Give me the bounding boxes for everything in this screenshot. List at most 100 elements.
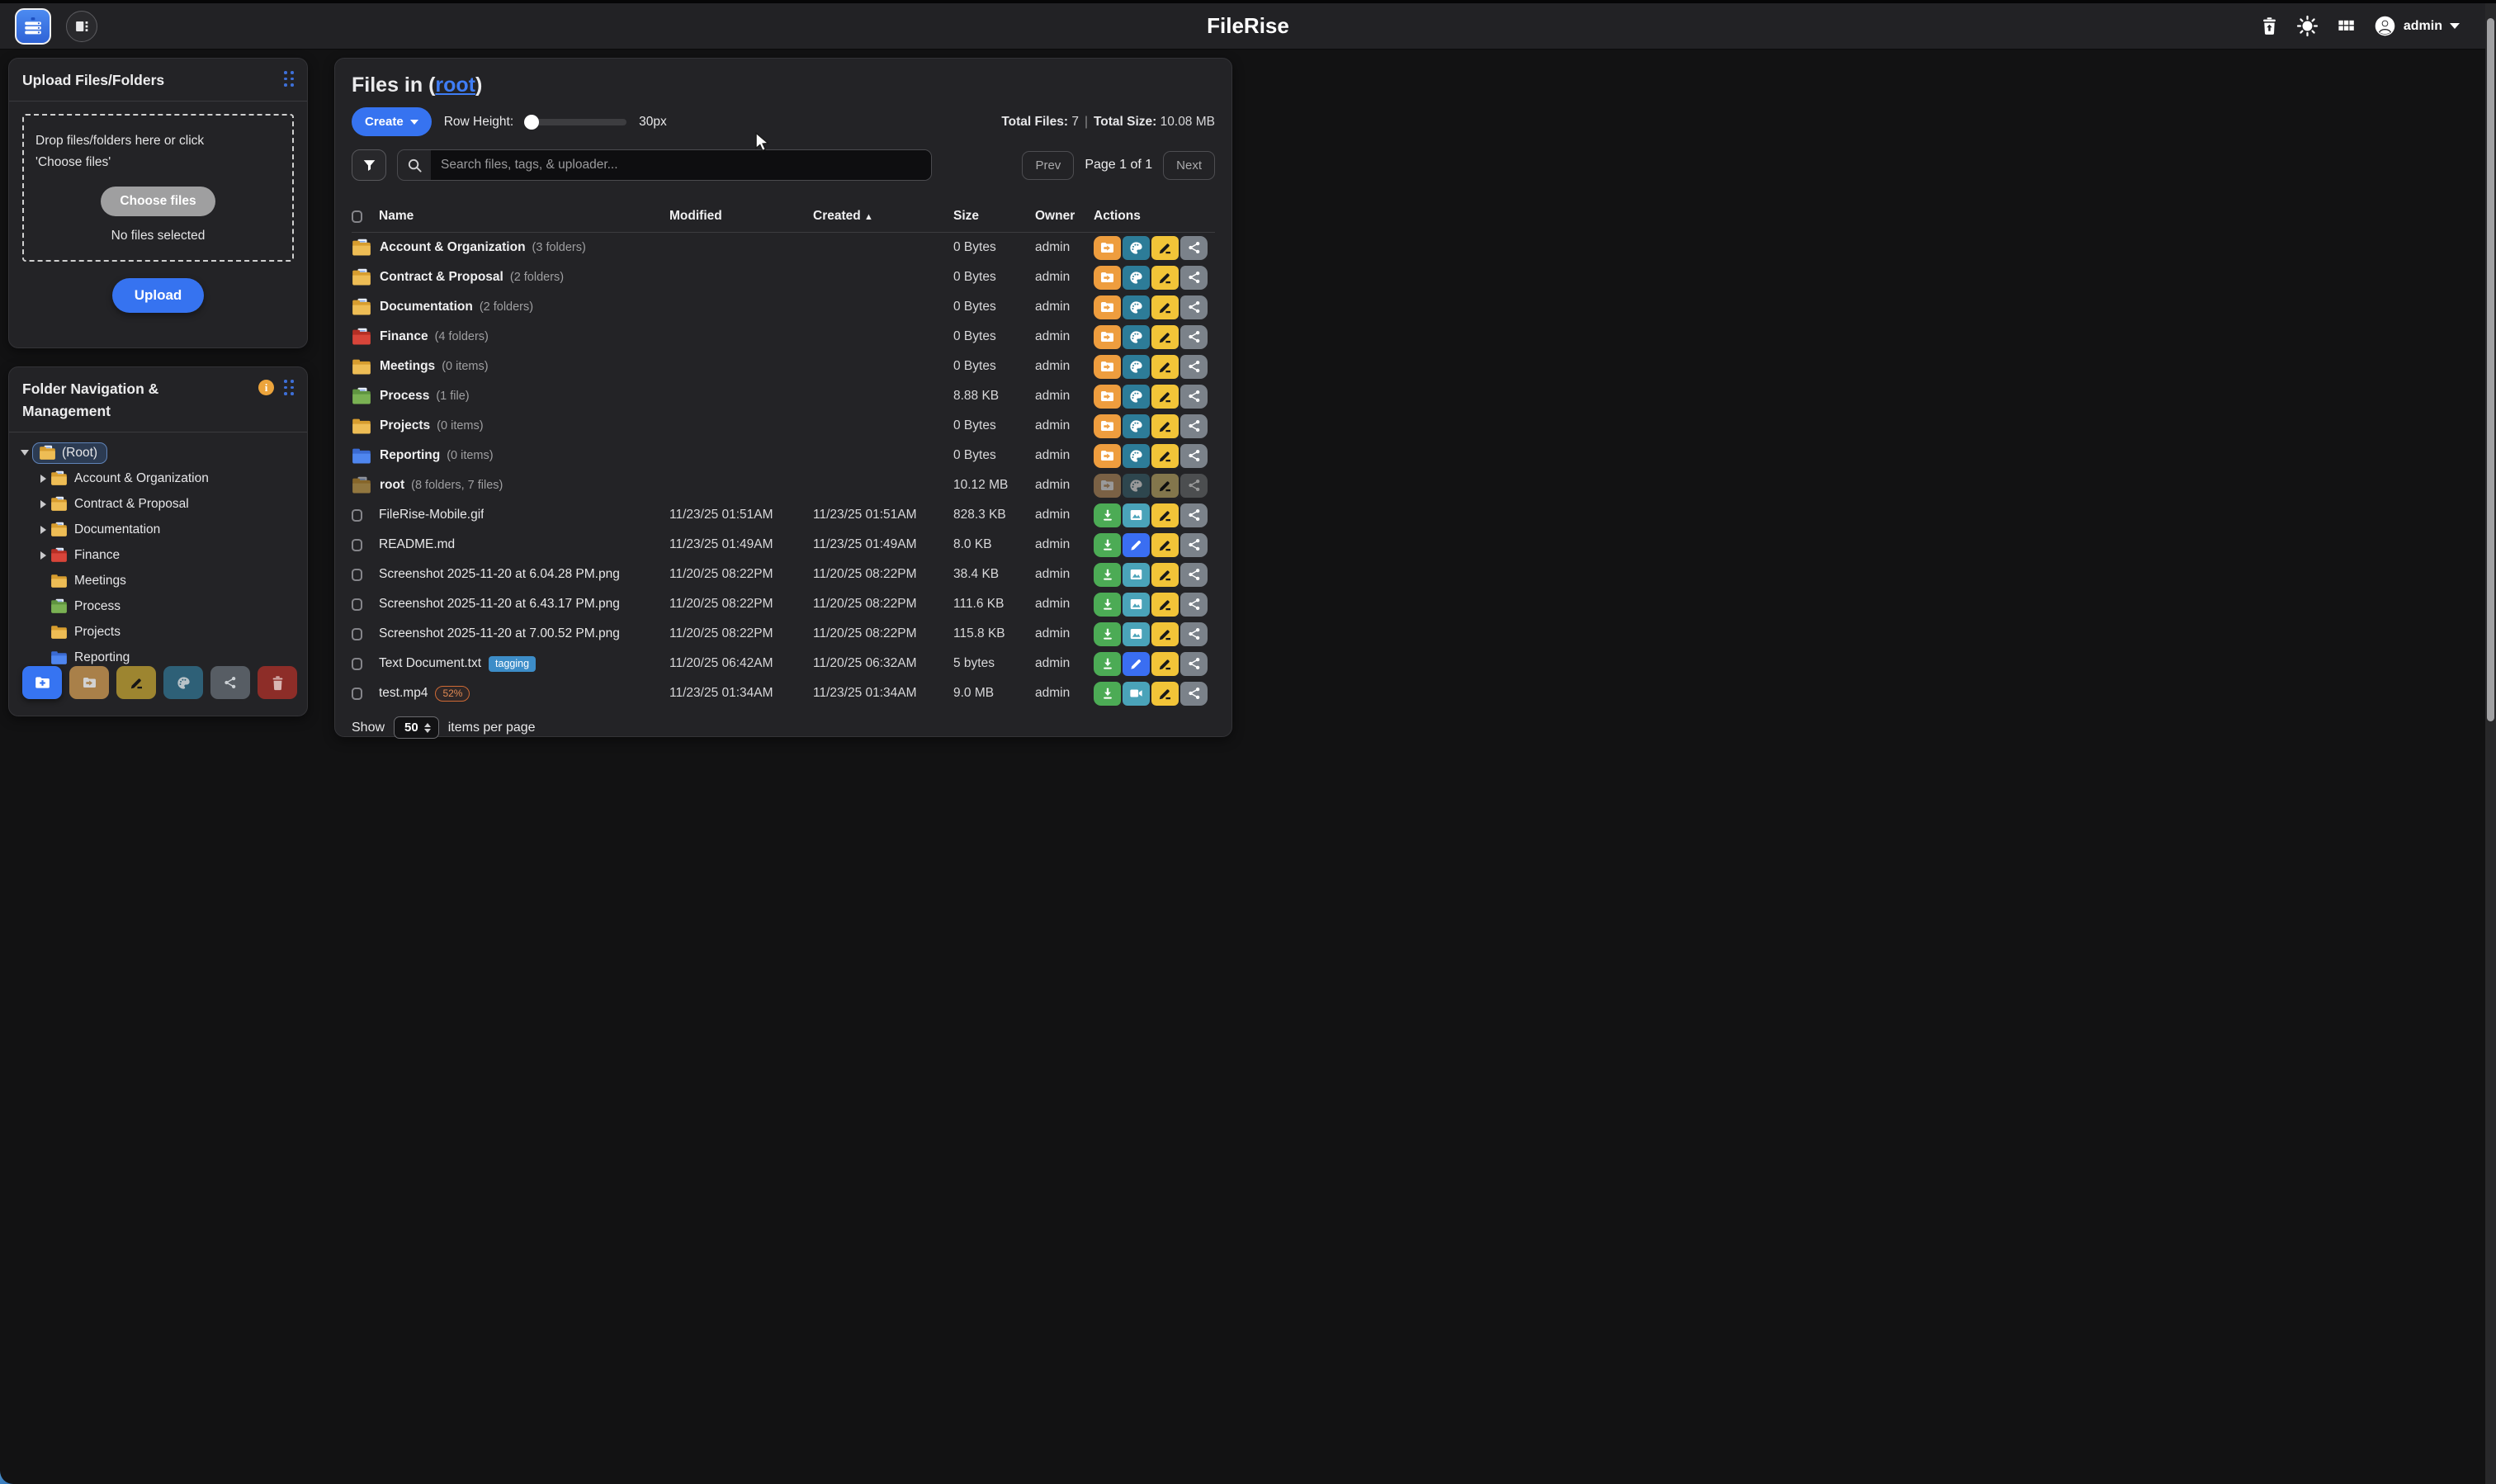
tree-item-meetings[interactable]: Meetings: [19, 568, 297, 593]
caret-right-icon[interactable]: [40, 475, 46, 483]
image-button[interactable]: [1123, 503, 1150, 527]
column-header-name[interactable]: Name: [379, 209, 414, 224]
scrollbar-track[interactable]: [2485, 3, 2496, 1484]
tree-item-documentation[interactable]: Documentation: [19, 517, 297, 542]
move-button[interactable]: [1094, 325, 1121, 349]
choose-files-button[interactable]: Choose files: [101, 187, 215, 216]
row-height-slider[interactable]: [526, 119, 626, 125]
row-checkbox[interactable]: [352, 688, 362, 700]
move-button[interactable]: [1094, 355, 1121, 379]
table-row-test-mp4[interactable]: test.mp452%11/23/25 01:34AM11/23/25 01:3…: [352, 678, 1215, 708]
rename-folder-button[interactable]: [116, 666, 156, 699]
image-button[interactable]: [1123, 593, 1150, 617]
file-name[interactable]: test.mp4: [379, 686, 428, 701]
download-button[interactable]: [1094, 622, 1121, 646]
palette-button[interactable]: [1123, 236, 1150, 260]
row-checkbox[interactable]: [352, 569, 362, 581]
root-breadcrumb-link[interactable]: root: [435, 73, 475, 97]
rename-button[interactable]: [1151, 593, 1179, 617]
palette-button[interactable]: [1123, 295, 1150, 319]
row-checkbox[interactable]: [352, 658, 362, 670]
slider-thumb[interactable]: [524, 115, 539, 130]
scrollbar-thumb[interactable]: [2487, 18, 2494, 721]
palette-button[interactable]: [1123, 355, 1150, 379]
share-button[interactable]: [1180, 385, 1208, 409]
tree-item-contract-proposal[interactable]: Contract & Proposal: [19, 491, 297, 517]
row-checkbox[interactable]: [352, 598, 362, 611]
share-button[interactable]: [1180, 325, 1208, 349]
move-button[interactable]: [1094, 444, 1121, 468]
sidebar-toggle-button[interactable]: [66, 11, 97, 42]
table-row-root[interactable]: root(8 folders, 7 files)10.12 MBadmin: [352, 470, 1215, 500]
filter-button[interactable]: [352, 149, 386, 181]
column-header-modified[interactable]: Modified: [669, 209, 813, 224]
table-row-account-organization[interactable]: Account & Organization(3 folders)0 Bytes…: [352, 233, 1215, 262]
tree-item-finance[interactable]: Finance: [19, 542, 297, 568]
row-checkbox[interactable]: [352, 509, 362, 522]
move-button[interactable]: [1094, 414, 1121, 438]
trash-restore-button[interactable]: [2261, 17, 2278, 35]
rename-button[interactable]: [1151, 355, 1179, 379]
rename-button[interactable]: [1151, 682, 1179, 706]
file-name[interactable]: Screenshot 2025-11-20 at 7.00.52 PM.png: [379, 626, 620, 641]
caret-right-icon[interactable]: [40, 526, 46, 534]
rename-button[interactable]: [1151, 444, 1179, 468]
new-folder-button[interactable]: [22, 666, 62, 699]
share-button[interactable]: [1180, 563, 1208, 587]
rename-button[interactable]: [1151, 266, 1179, 290]
edit-button[interactable]: [1123, 533, 1150, 557]
tree-item-projects[interactable]: Projects: [19, 619, 297, 645]
palette-button[interactable]: [1123, 414, 1150, 438]
palette-button[interactable]: [1123, 266, 1150, 290]
table-row-contract-proposal[interactable]: Contract & Proposal(2 folders)0 Bytesadm…: [352, 262, 1215, 292]
share-button[interactable]: [1180, 593, 1208, 617]
move-button[interactable]: [1094, 385, 1121, 409]
folder-name[interactable]: Projects: [380, 418, 430, 433]
rename-button[interactable]: [1151, 652, 1179, 676]
download-button[interactable]: [1094, 563, 1121, 587]
folder-name[interactable]: Contract & Proposal: [380, 270, 503, 285]
move-button[interactable]: [1094, 295, 1121, 319]
share-button[interactable]: [1180, 622, 1208, 646]
user-menu[interactable]: admin: [2374, 15, 2460, 37]
caret-down-icon[interactable]: [21, 450, 29, 456]
folder-name[interactable]: Reporting: [380, 448, 440, 463]
folder-name[interactable]: Account & Organization: [380, 240, 526, 255]
table-row-reporting[interactable]: Reporting(0 items)0 Bytesadmin: [352, 441, 1215, 470]
table-row-projects[interactable]: Projects(0 items)0 Bytesadmin: [352, 411, 1215, 441]
folder-name[interactable]: Finance: [380, 329, 428, 344]
items-per-page-select[interactable]: 50: [394, 716, 439, 739]
share-button[interactable]: [1180, 474, 1208, 498]
share-button[interactable]: [1180, 682, 1208, 706]
share-button[interactable]: [1180, 652, 1208, 676]
file-name[interactable]: FileRise-Mobile.gif: [379, 508, 484, 522]
tree-item-process[interactable]: Process: [19, 593, 297, 619]
download-button[interactable]: [1094, 503, 1121, 527]
tree-item-account-organization[interactable]: Account & Organization: [19, 466, 297, 491]
rename-button[interactable]: [1151, 622, 1179, 646]
video-button[interactable]: [1123, 682, 1150, 706]
folder-name[interactable]: Documentation: [380, 300, 473, 314]
table-row-meetings[interactable]: Meetings(0 items)0 Bytesadmin: [352, 352, 1215, 381]
image-button[interactable]: [1123, 563, 1150, 587]
table-row-screenshot-2025-11-20-at-6-43-17-pm-png[interactable]: Screenshot 2025-11-20 at 6.43.17 PM.png1…: [352, 589, 1215, 619]
share-button[interactable]: [1180, 295, 1208, 319]
rename-button[interactable]: [1151, 503, 1179, 527]
column-header-owner[interactable]: Owner: [1035, 209, 1094, 224]
share-button[interactable]: [1180, 266, 1208, 290]
upload-button[interactable]: Upload: [112, 278, 205, 313]
folder-name[interactable]: root: [380, 478, 404, 493]
share-button[interactable]: [1180, 414, 1208, 438]
move-button[interactable]: [1094, 236, 1121, 260]
move-folder-button[interactable]: [69, 666, 109, 699]
row-checkbox[interactable]: [352, 628, 362, 640]
move-button[interactable]: [1094, 266, 1121, 290]
prev-page-button[interactable]: Prev: [1022, 151, 1074, 180]
rename-button[interactable]: [1151, 295, 1179, 319]
table-row-readme-md[interactable]: README.md11/23/25 01:49AM11/23/25 01:49A…: [352, 530, 1215, 560]
caret-right-icon[interactable]: [40, 551, 46, 560]
edit-button[interactable]: [1123, 652, 1150, 676]
search-input[interactable]: [431, 150, 931, 180]
table-row-process[interactable]: Process(1 file)8.88 KBadmin: [352, 381, 1215, 411]
theme-toggle-sun-button[interactable]: [2296, 15, 2319, 37]
